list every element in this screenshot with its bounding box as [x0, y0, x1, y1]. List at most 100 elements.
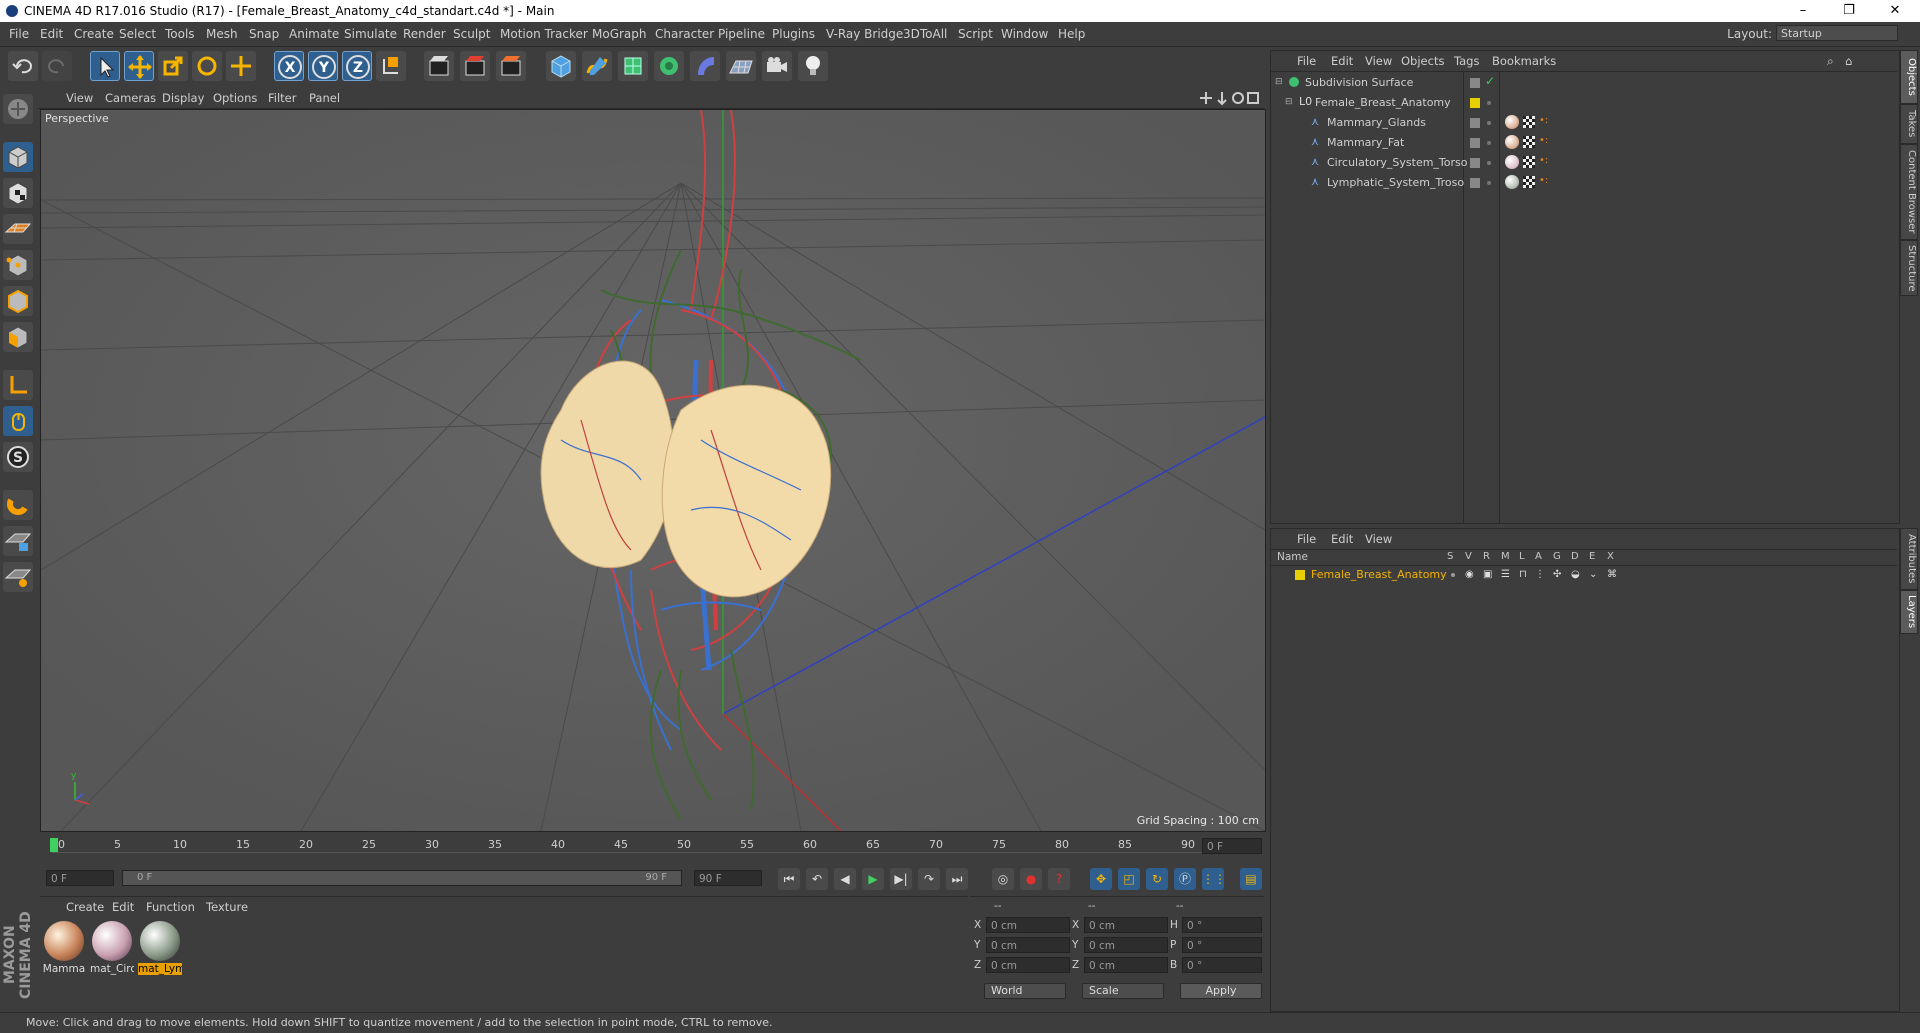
expand-toggle-icon[interactable]: ⊟	[1285, 97, 1293, 107]
polygons-mode-button[interactable]	[3, 322, 33, 352]
menu-sculpt[interactable]: Sculpt	[453, 27, 490, 41]
autokey-button[interactable]: ?	[1048, 868, 1070, 890]
layer-row-female-breast-anatomy[interactable]: Female_Breast_Anatomy ◉ ▣ ☰ ⊓ ⋮ ✣ ◒ ⌄ ⌘	[1271, 567, 1897, 587]
render-clapboard-icon[interactable]: ▣	[1483, 569, 1492, 580]
object-row-circulatory-system[interactable]: ⋏ Circulatory_System_Torso •:	[1271, 153, 1897, 173]
menu-window[interactable]: Window	[1001, 27, 1048, 41]
menu-simulate[interactable]: Simulate	[344, 27, 397, 41]
layer-col-deformers[interactable]: D	[1571, 551, 1579, 562]
size-x-field[interactable]: 0 cm	[1084, 917, 1168, 933]
layer-col-expressions[interactable]: E	[1589, 551, 1595, 562]
menu-mesh[interactable]: Mesh	[206, 27, 238, 41]
array-generator-button[interactable]	[654, 51, 684, 81]
previous-key-button[interactable]: ↶	[806, 868, 828, 890]
layers-menu-view[interactable]: View	[1365, 532, 1392, 546]
phong-tag-icon[interactable]: •:	[1539, 175, 1548, 186]
position-z-field[interactable]: 0 cm	[986, 957, 1070, 973]
key-position-button[interactable]: ✥	[1090, 868, 1112, 890]
edges-mode-button[interactable]	[3, 286, 33, 316]
material-tag-icon[interactable]	[1505, 155, 1519, 169]
go-to-start-button[interactable]: ⏮	[778, 868, 800, 890]
uvw-tag-icon[interactable]	[1523, 136, 1535, 148]
live-selection-button[interactable]	[90, 51, 120, 81]
planar-workplane-button[interactable]	[3, 562, 33, 592]
transform-tool-button[interactable]	[226, 51, 256, 81]
object-row-subdivision-surface[interactable]: ⊟ Subdivision Surface ✓	[1271, 73, 1897, 93]
key-rotation-button[interactable]: ↻	[1146, 868, 1168, 890]
light-object-button[interactable]	[798, 51, 828, 81]
material-tag-icon[interactable]	[1505, 115, 1519, 129]
timeline-window-button[interactable]: ▤	[1240, 868, 1262, 890]
lock-icon[interactable]: ⊓	[1519, 569, 1527, 580]
current-frame-field[interactable]: 0 F	[1202, 838, 1262, 854]
material-menu-edit[interactable]: Edit	[112, 900, 134, 914]
subdivision-surface-button[interactable]	[618, 51, 648, 81]
home-icon[interactable]: ⌂	[1845, 54, 1852, 68]
coordinate-system-button[interactable]	[376, 51, 406, 81]
material-swatch[interactable]: mat_Circ	[90, 919, 134, 979]
deformer-button[interactable]	[690, 51, 720, 81]
render-visibility-dot[interactable]	[1487, 101, 1491, 105]
viewport-menu-cameras[interactable]: Cameras	[105, 91, 156, 105]
viewport-menu-filter[interactable]: Filter	[268, 91, 296, 105]
material-menu-create[interactable]: Create	[66, 900, 104, 914]
layer-col-manager[interactable]: M	[1501, 551, 1510, 562]
locked-workplane-button[interactable]	[3, 526, 33, 556]
layer-solo-toggle[interactable]	[1451, 573, 1455, 577]
material-swatch-selected[interactable]: mat_Lym	[138, 919, 182, 979]
phong-tag-icon[interactable]: •:	[1539, 135, 1548, 146]
editor-visibility-toggle[interactable]	[1470, 118, 1480, 128]
objects-menu-view[interactable]: View	[1365, 54, 1392, 68]
frame-range-slider[interactable]: 0 F 90 F	[122, 870, 682, 886]
render-visibility-dot[interactable]	[1487, 121, 1491, 125]
menu-tools[interactable]: Tools	[165, 27, 195, 41]
render-visibility-dot[interactable]	[1487, 161, 1491, 165]
layer-col-animation[interactable]: A	[1535, 551, 1542, 562]
texture-mode-button[interactable]	[3, 178, 33, 208]
viewport-menu-panel[interactable]: Panel	[309, 91, 340, 105]
x-axis-lock-button[interactable]: X	[274, 51, 304, 81]
key-pla-button[interactable]: ⋮⋮	[1202, 868, 1226, 890]
editor-visibility-toggle[interactable]	[1470, 138, 1480, 148]
tab-takes[interactable]: Takes	[1900, 104, 1918, 144]
layer-color-swatch[interactable]	[1470, 98, 1480, 108]
layer-color-swatch[interactable]	[1295, 570, 1305, 580]
menu-select[interactable]: Select	[119, 27, 156, 41]
menu-help[interactable]: Help	[1058, 27, 1085, 41]
render-to-picture-viewer-button[interactable]	[460, 51, 490, 81]
viewport-menu-view[interactable]: View	[66, 91, 93, 105]
key-scale-button[interactable]: ◰	[1118, 868, 1140, 890]
material-tag-icon[interactable]	[1505, 175, 1519, 189]
menu-snap[interactable]: Snap	[249, 27, 279, 41]
objects-menu-objects[interactable]: Objects	[1401, 54, 1444, 68]
next-key-button[interactable]: ↷	[918, 868, 940, 890]
camera-object-button[interactable]	[762, 51, 792, 81]
object-row-mammary-glands[interactable]: ⋏ Mammary_Glands •:	[1271, 113, 1897, 133]
z-axis-lock-button[interactable]: Z	[342, 51, 372, 81]
material-swatch[interactable]: Mamma	[42, 919, 86, 979]
viewport-menu-options[interactable]: Options	[213, 91, 257, 105]
model-mode-button[interactable]	[3, 142, 33, 172]
workplane-mode-button[interactable]	[3, 214, 33, 244]
menu-vray-bridge[interactable]: V-Ray Bridge	[826, 27, 903, 41]
timeline-end-field[interactable]: 90 F	[694, 870, 762, 886]
material-tag-icon[interactable]	[1505, 135, 1519, 149]
material-menu-texture[interactable]: Texture	[206, 900, 248, 914]
go-to-end-button[interactable]: ⏭	[946, 868, 968, 890]
tab-objects[interactable]: Objects	[1900, 50, 1918, 104]
y-axis-lock-button[interactable]: Y	[308, 51, 338, 81]
layout-select[interactable]: Startup	[1776, 25, 1898, 41]
layer-col-locked[interactable]: L	[1519, 551, 1525, 562]
phong-tag-icon[interactable]: •:	[1539, 155, 1548, 166]
layer-col-generators[interactable]: G	[1553, 551, 1561, 562]
uvw-tag-icon[interactable]	[1523, 116, 1535, 128]
next-frame-button[interactable]: ▶|	[890, 868, 912, 890]
key-parameter-button[interactable]: Ⓟ	[1174, 868, 1196, 890]
menu-render[interactable]: Render	[403, 27, 446, 41]
manager-icon[interactable]: ☰	[1501, 569, 1510, 580]
layers-menu-edit[interactable]: Edit	[1331, 532, 1353, 546]
position-y-field[interactable]: 0 cm	[986, 937, 1070, 953]
object-row-female-breast-anatomy[interactable]: ⊟ L0 Female_Breast_Anatomy	[1271, 93, 1897, 113]
render-visibility-dot[interactable]	[1487, 181, 1491, 185]
cube-object-button[interactable]	[546, 51, 576, 81]
